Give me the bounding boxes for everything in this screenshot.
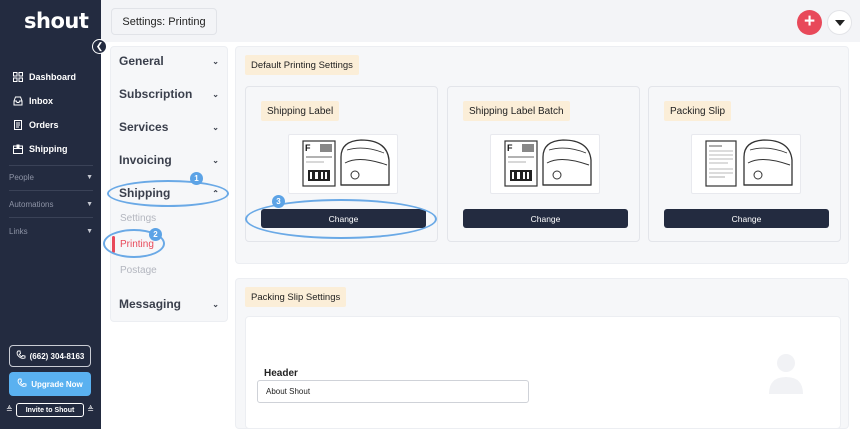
collapse-sidebar-button[interactable]: ❮ xyxy=(92,39,107,54)
sidebar-item-inbox[interactable]: Inbox xyxy=(12,95,53,106)
packing-slip-card: Packing Slip Change xyxy=(648,86,841,242)
menu-item-general[interactable]: General ⌄ xyxy=(119,54,219,68)
plus-icon: + xyxy=(803,11,816,32)
sidebar-item-label: Orders xyxy=(29,119,59,130)
chevron-down-icon: ⌄ xyxy=(212,299,219,309)
box-icon xyxy=(12,143,23,154)
chevron-down-icon: ⌄ xyxy=(212,89,219,99)
section-label: Links xyxy=(9,227,28,236)
section-label: People xyxy=(9,173,34,182)
upgrade-now-button[interactable]: Upgrade Now xyxy=(9,372,91,396)
menu-label: Services xyxy=(119,120,169,134)
menu-label: Messaging xyxy=(119,297,182,311)
sparkle-icon: ≜ xyxy=(87,405,94,414)
receipt-icon xyxy=(12,119,23,130)
divider xyxy=(9,165,93,166)
svg-text:F: F xyxy=(507,143,513,153)
menu-item-invoicing[interactable]: Invoicing ⌄ xyxy=(119,153,219,167)
chevron-down-icon: ⌄ xyxy=(212,155,219,165)
card-title: Shipping Label xyxy=(261,101,340,121)
chevron-left-icon: ❮ xyxy=(95,41,104,51)
label-printer-image: F xyxy=(490,134,600,194)
submenu-item-settings[interactable]: Settings xyxy=(120,213,156,224)
sidebar-section-links[interactable]: Links ▼ xyxy=(9,227,93,236)
menu-label: General xyxy=(119,54,164,68)
sidebar-item-label: Shipping xyxy=(29,143,68,154)
shout-logo[interactable]: shout xyxy=(24,9,89,33)
logo-placeholder-icon xyxy=(769,354,803,394)
annotation-number: 3 xyxy=(272,195,285,208)
chevron-down-icon: ▼ xyxy=(86,201,93,208)
card-title: Shipping Label Batch xyxy=(463,101,570,121)
invite-label: Invite to Shout xyxy=(25,406,75,414)
menu-item-subscription[interactable]: Subscription ⌄ xyxy=(119,87,219,101)
sidebar-item-shipping[interactable]: Shipping xyxy=(12,143,68,154)
sidebar-item-label: Dashboard xyxy=(29,71,77,82)
section-title: Packing Slip Settings xyxy=(245,287,347,307)
invite-to-shout-button[interactable]: Invite to Shout xyxy=(16,403,84,417)
submenu-item-postage[interactable]: Postage xyxy=(120,265,157,276)
phone-number-button[interactable]: (662) 304-8163 xyxy=(9,345,91,367)
menu-label: Subscription xyxy=(119,87,193,101)
annotation-number: 1 xyxy=(190,172,203,185)
sidebar-item-orders[interactable]: Orders xyxy=(12,119,59,130)
card-title: Packing Slip xyxy=(664,101,732,121)
packing-slip-form xyxy=(245,316,841,429)
annotation-highlight xyxy=(107,180,229,207)
change-packing-slip-button[interactable]: Change xyxy=(664,209,829,228)
chevron-down-icon: ▼ xyxy=(86,174,93,181)
grid-icon xyxy=(12,71,23,82)
phone-icon xyxy=(16,350,26,362)
section-label: Automations xyxy=(9,200,54,209)
menu-item-services[interactable]: Services ⌄ xyxy=(119,120,219,134)
page-title: Settings: Printing xyxy=(111,8,217,35)
sparkle-icon: ≜ xyxy=(6,405,13,414)
svg-text:F: F xyxy=(305,143,311,153)
packing-slip-printer-image xyxy=(691,134,801,194)
chevron-down-icon: ⌄ xyxy=(212,122,219,132)
shipping-label-batch-card: Shipping Label Batch F Change xyxy=(447,86,640,242)
sidebar-section-automations[interactable]: Automations ▼ xyxy=(9,200,93,209)
header-field-label: Header xyxy=(264,368,298,379)
add-button[interactable]: + xyxy=(797,10,822,35)
chevron-down-icon: ▼ xyxy=(86,228,93,235)
sidebar-section-people[interactable]: People ▼ xyxy=(9,173,93,182)
menu-label: Invoicing xyxy=(119,153,172,167)
sidebar-item-label: Inbox xyxy=(29,95,53,106)
upgrade-label: Upgrade Now xyxy=(31,379,83,389)
caret-down-icon xyxy=(834,19,845,26)
phone-icon xyxy=(17,378,27,390)
chevron-down-icon: ⌄ xyxy=(212,56,219,66)
invite-area: ≜ Invite to Shout ≜ xyxy=(6,402,94,418)
menu-item-messaging[interactable]: Messaging ⌄ xyxy=(119,297,219,311)
sidebar-item-dashboard[interactable]: Dashboard xyxy=(12,71,76,82)
divider xyxy=(9,190,93,191)
annotation-number: 2 xyxy=(149,228,162,241)
account-dropdown-button[interactable] xyxy=(827,10,852,35)
section-title: Default Printing Settings xyxy=(245,55,359,75)
page-title-text: Settings: Printing xyxy=(122,15,206,28)
inbox-icon xyxy=(12,95,23,106)
label-printer-image: F xyxy=(288,134,398,194)
divider xyxy=(9,217,93,218)
sidebar: shout Dashboard Inbox Orders Shipping Pe… xyxy=(0,0,101,429)
phone-number: (662) 304-8163 xyxy=(29,351,85,361)
header-input[interactable] xyxy=(257,380,529,403)
change-shipping-label-batch-button[interactable]: Change xyxy=(463,209,628,228)
